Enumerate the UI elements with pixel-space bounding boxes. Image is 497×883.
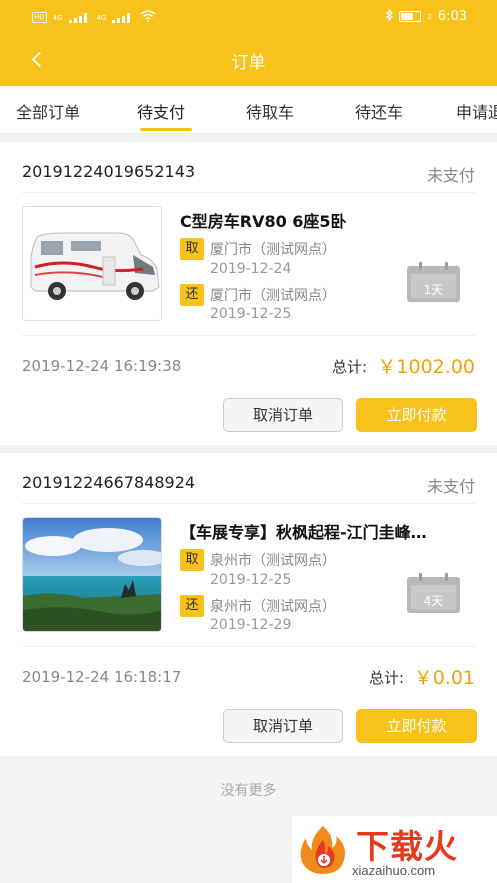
order-number: 20191224667848924	[22, 473, 196, 492]
tab-refund[interactable]: 申请退	[456, 99, 497, 123]
calendar-icon: 4天	[407, 573, 460, 613]
battery-level: 2	[427, 12, 432, 21]
car-name: C型房车RV80 6座5卧	[180, 212, 347, 231]
return-date: 2019-12-25	[210, 306, 292, 322]
hd-indicator: HD	[32, 12, 47, 23]
pay-now-button[interactable]: 立即付款	[356, 398, 477, 432]
order-status: 未支付	[426, 477, 475, 496]
watermark-title: 下载火	[356, 827, 458, 866]
tab-pending-pickup[interactable]: 待取车	[246, 99, 294, 123]
wifi-icon	[140, 10, 156, 25]
order-time: 2019-12-24 16:18:17	[22, 668, 182, 686]
pickup-tag: 取	[180, 549, 204, 571]
rental-days: 4天	[423, 594, 444, 608]
return-date: 2019-12-29	[210, 617, 292, 633]
divider	[22, 503, 475, 504]
watermark-logo: 下载火 xiazaihuo.com	[292, 816, 497, 883]
network-type-2: 4G	[96, 13, 107, 22]
cancel-order-button[interactable]: 取消订单	[223, 398, 343, 432]
divider	[22, 335, 475, 336]
pickup-date: 2019-12-25	[210, 572, 292, 588]
order-tabs: 全部订单 待支付 待取车 待还车 申请退	[0, 86, 497, 134]
order-number: 20191224019652143	[22, 162, 196, 181]
status-bar: HD 4G 4G 2 6:03	[0, 0, 497, 34]
pickup-location: 厦门市（测试网点）	[210, 242, 336, 258]
pickup-date: 2019-12-24	[210, 261, 292, 277]
order-status: 未支付	[426, 166, 475, 185]
return-location: 厦门市（测试网点）	[210, 288, 336, 304]
tab-pending-payment[interactable]: 待支付	[137, 99, 185, 123]
navigation-bar: 订单	[0, 34, 497, 86]
page-title: 订单	[231, 53, 266, 73]
order-time: 2019-12-24 16:19:38	[22, 357, 182, 375]
total-label: 总计:	[332, 358, 368, 376]
cancel-order-button[interactable]: 取消订单	[223, 709, 343, 743]
pay-now-button[interactable]: 立即付款	[356, 709, 477, 743]
active-tab-indicator	[140, 128, 192, 131]
bluetooth-icon	[385, 8, 394, 24]
pickup-location: 泉州市（测试网点）	[210, 553, 336, 569]
total-amount: ￥1002.00	[377, 356, 475, 378]
rv-car-image	[22, 206, 162, 321]
pickup-tag: 取	[180, 238, 204, 260]
order-card[interactable]: 20191224667848924 未支付 【车展专享】秋枫起程-江门圭峰… 取…	[0, 453, 497, 756]
watermark-url: xiazaihuo.com	[352, 863, 436, 878]
return-tag: 还	[180, 595, 204, 617]
divider	[22, 192, 475, 193]
tab-pending-return[interactable]: 待还车	[355, 99, 403, 123]
clock: 6:03	[437, 9, 467, 24]
tab-all-orders[interactable]: 全部订单	[16, 99, 80, 123]
rental-days: 1天	[423, 283, 444, 297]
no-more-text: 没有更多	[220, 783, 277, 799]
scenery-image	[22, 517, 162, 632]
return-location: 泉州市（测试网点）	[210, 599, 336, 615]
car-name: 【车展专享】秋枫起程-江门圭峰…	[180, 523, 427, 542]
network-type-1: 4G	[52, 13, 63, 22]
signal-icon-2	[112, 12, 134, 23]
total-label: 总计:	[369, 669, 405, 687]
order-card[interactable]: 20191224019652143 未支付 C型房车RV80 6座5卧 取 厦门…	[0, 142, 497, 445]
battery-icon	[399, 11, 422, 22]
divider	[22, 646, 475, 647]
flame-logo-icon	[300, 826, 345, 874]
total-amount: ￥0.01	[413, 667, 475, 689]
return-tag: 还	[180, 284, 204, 306]
calendar-icon: 1天	[407, 262, 460, 302]
signal-icon	[68, 12, 91, 23]
